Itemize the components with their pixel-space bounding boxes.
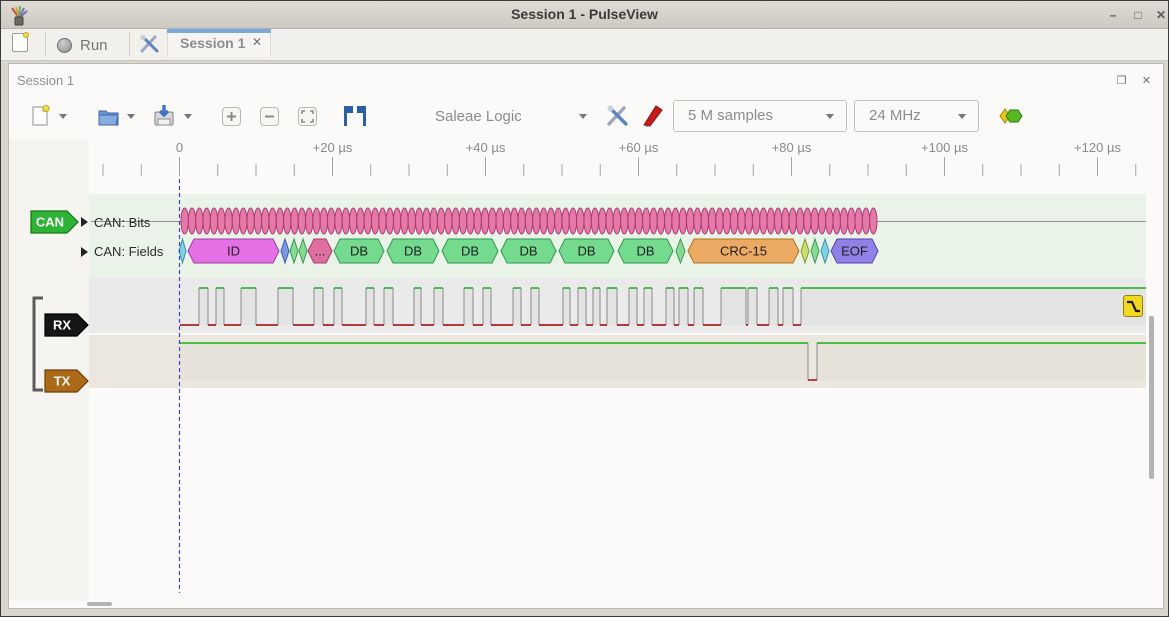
configure-device-icon[interactable] [605, 104, 630, 133]
run-icon [57, 38, 72, 53]
close-icon[interactable]: ✕ [1153, 7, 1169, 23]
sample-count-select[interactable]: 5 M samples [673, 100, 847, 132]
vertical-scrollbar[interactable] [1149, 316, 1154, 479]
ruler-tick-label: +40 µs [466, 140, 506, 155]
new-session-badge [23, 32, 29, 38]
maximize-icon[interactable]: □ [1130, 7, 1146, 23]
horizontal-scrollbar[interactable] [87, 602, 112, 606]
open-file-dropdown-icon[interactable] [127, 114, 135, 119]
session-restore-icon[interactable]: ❐ [1115, 75, 1128, 88]
decoder-row-background [89, 194, 1146, 278]
zoom-in-button[interactable] [222, 107, 241, 126]
trigger-falling-edge-icon[interactable] [1123, 295, 1143, 317]
window-titlebar[interactable]: Session 1 - PulseView – □ ✕ [1, 1, 1168, 29]
session-close-icon[interactable]: ✕ [1140, 75, 1153, 88]
sample-count-caret-icon [826, 114, 834, 119]
ruler-tick-label: +20 µs [313, 140, 353, 155]
run-button[interactable]: Run [57, 32, 108, 58]
ruler-tick-label: 0 [176, 140, 183, 155]
sample-count-value: 5 M samples [688, 107, 773, 124]
tx-row-background [89, 335, 1146, 388]
ruler-tick-label: +100 µs [921, 140, 968, 155]
toolbar-separator [129, 32, 130, 57]
sample-rate-select[interactable]: 24 MHz [854, 100, 979, 132]
tab-session-1[interactable]: Session 1 ✕ [167, 29, 271, 57]
minimize-icon[interactable]: – [1105, 7, 1121, 23]
ruler-tick-label: +60 µs [619, 140, 659, 155]
sample-rate-value: 24 MHz [869, 107, 921, 124]
probe-icon[interactable] [641, 102, 665, 133]
add-decoder-icon[interactable] [998, 106, 1024, 131]
tab-label: Session 1 [180, 35, 245, 51]
trigger-flags-icon[interactable] [343, 105, 367, 132]
tab-close-icon[interactable]: ✕ [252, 35, 262, 49]
new-file-dropdown-icon[interactable] [59, 114, 67, 119]
open-file-icon[interactable] [98, 105, 119, 132]
main-toolbar: Run Session 1 ✕ [1, 29, 1168, 61]
ruler-tick-label: +120 µs [1074, 140, 1121, 155]
settings-icon[interactable] [138, 33, 162, 60]
session-subwindow-title: Session 1 [17, 73, 74, 88]
save-icon[interactable] [153, 104, 175, 133]
sample-rate-caret-icon [958, 114, 966, 119]
zoom-fit-button[interactable] [298, 107, 317, 126]
run-label: Run [80, 37, 108, 54]
new-session-icon[interactable] [12, 33, 28, 52]
rx-row-background [89, 278, 1146, 333]
toolbar-separator [45, 32, 46, 57]
pulseview-window: Session 1 - PulseView – □ ✕ Run Session … [0, 0, 1169, 617]
decoder-row-fields-label[interactable]: CAN: Fields [94, 244, 163, 259]
tab-active-underline [167, 29, 271, 33]
zoom-out-button[interactable] [260, 107, 279, 126]
new-file-icon[interactable] [31, 105, 50, 132]
save-dropdown-icon[interactable] [184, 114, 192, 119]
device-selector[interactable]: Saleae Logic [435, 108, 522, 125]
decoder-row-bits-label[interactable]: CAN: Bits [94, 215, 150, 230]
device-dropdown-icon[interactable] [579, 114, 587, 119]
trace-label-sidebar [9, 139, 89, 601]
ruler-tick-label: +80 µs [772, 140, 812, 155]
window-title: Session 1 - PulseView [1, 6, 1168, 22]
